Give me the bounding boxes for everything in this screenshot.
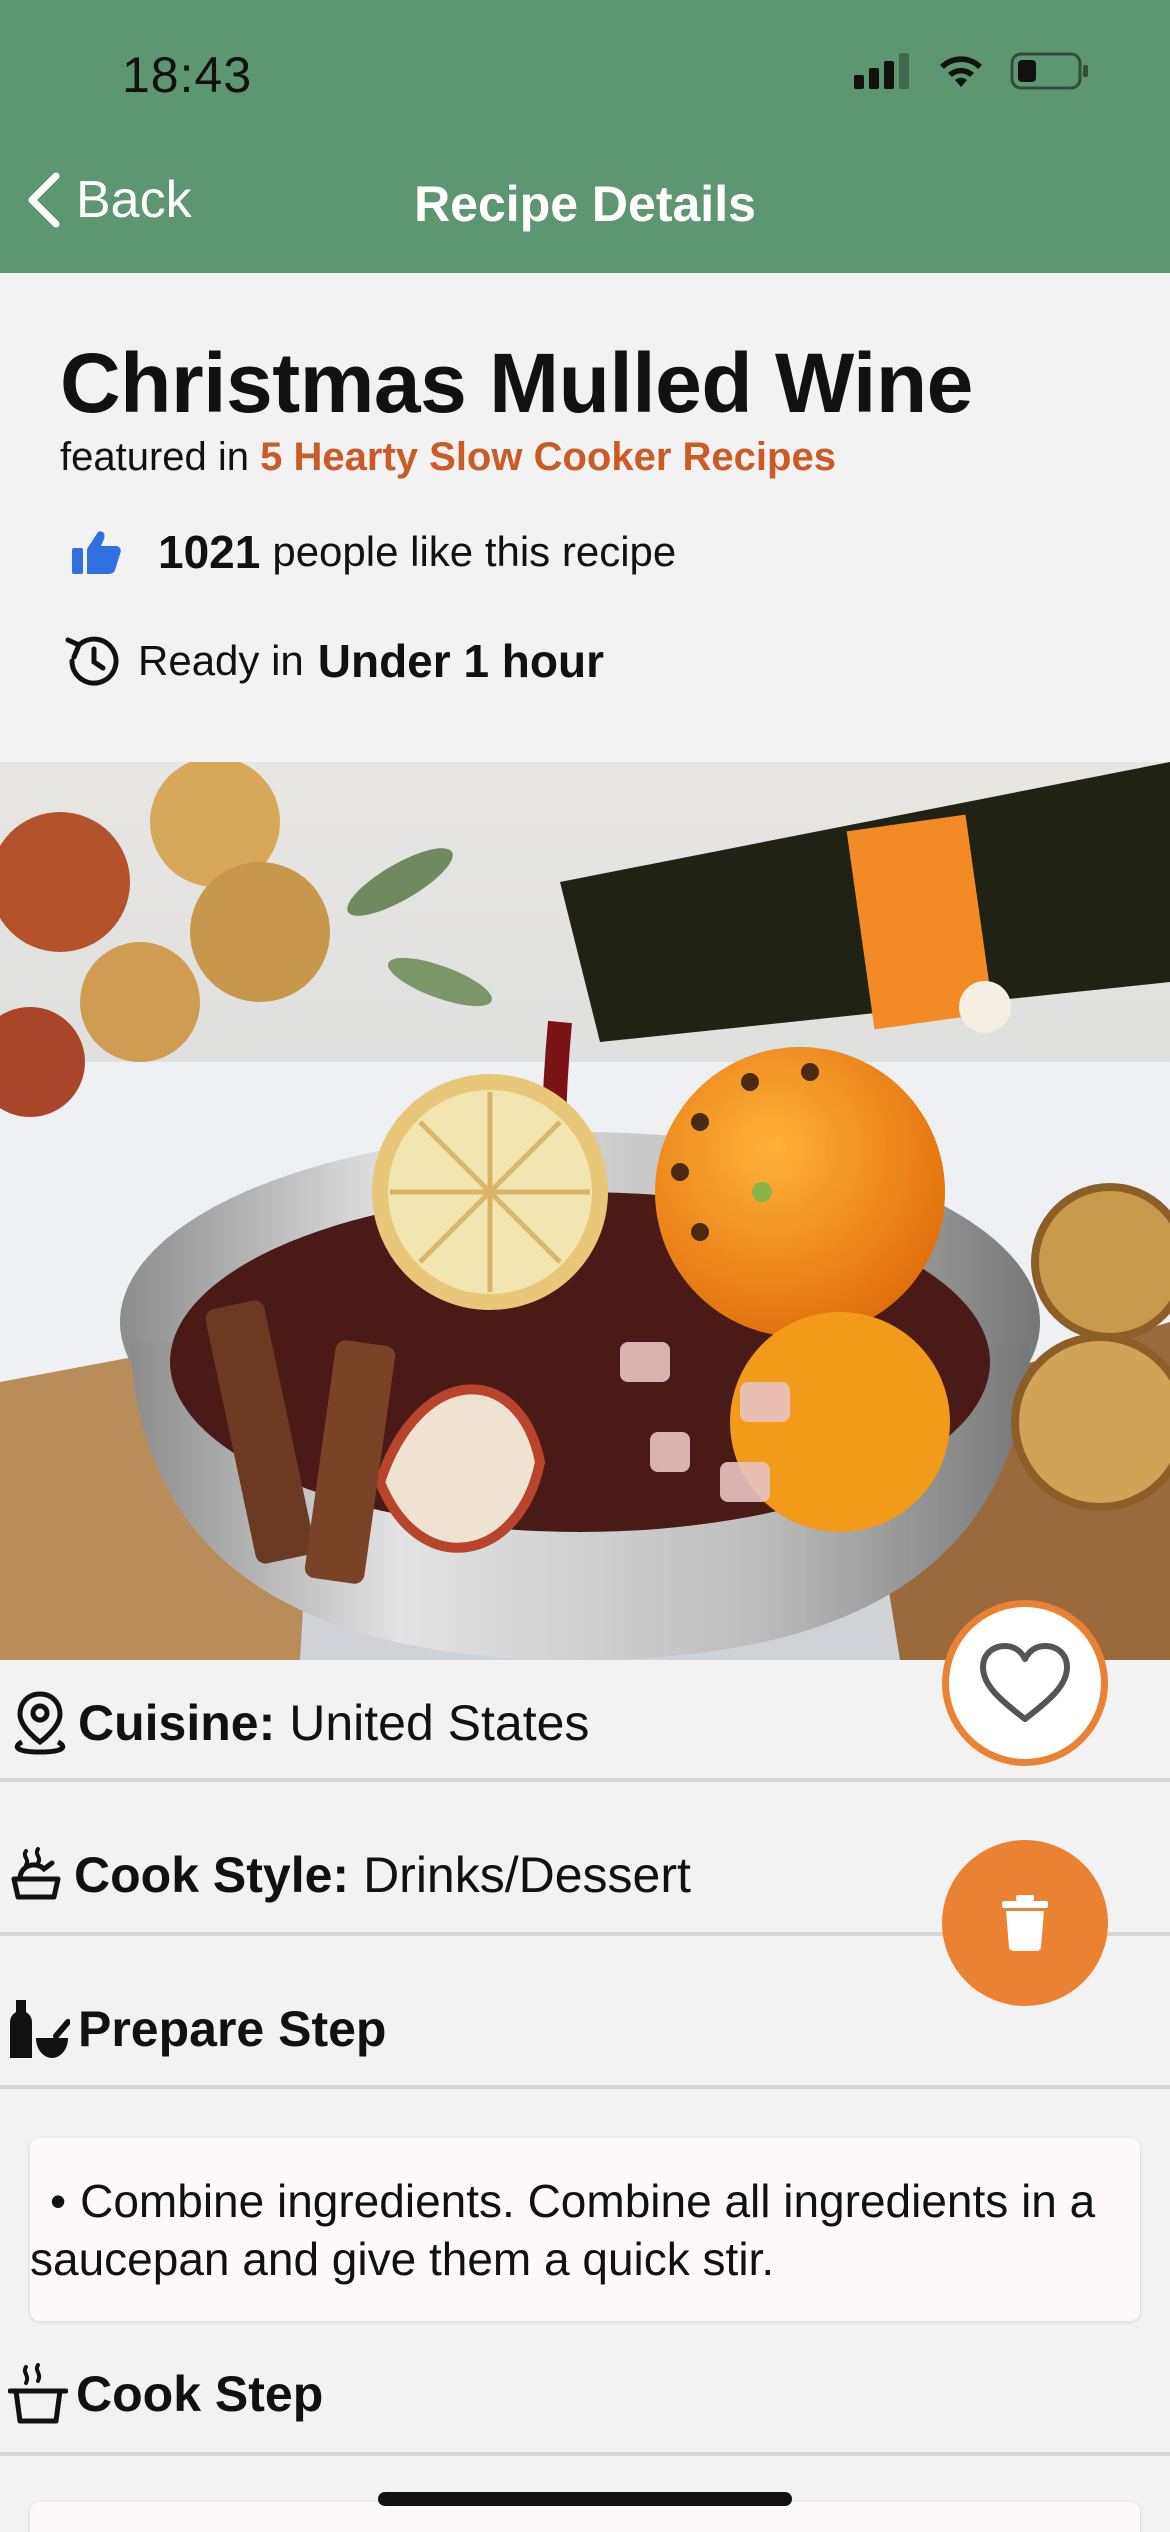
ready-value: Under 1 hour [317, 635, 605, 687]
prepare-step-header: Prepare Step [0, 1998, 1170, 2060]
delete-button[interactable] [942, 1840, 1108, 2006]
history-icon [65, 636, 119, 686]
likes-count: 1021 [158, 526, 261, 578]
app-header: 18:43 Back Recipe Details [0, 0, 1170, 273]
ready-time-row: Ready in Under 1 hour [62, 630, 604, 692]
cuisine-label: Cuisine: [78, 1695, 276, 1751]
thumbs-up-icon[interactable] [70, 528, 122, 576]
cook-style-value: Drinks/Dessert [363, 1847, 691, 1903]
featured-collection-link[interactable]: 5 Hearty Slow Cooker Recipes [260, 435, 836, 479]
favorite-button[interactable] [942, 1600, 1108, 1766]
likes-row: 1021 people like this recipe [70, 525, 676, 579]
status-time: 18:43 [122, 47, 253, 103]
wifi-icon [940, 56, 982, 87]
cuisine-value: United States [289, 1695, 590, 1751]
cook-step-header: Cook Step [0, 2363, 1170, 2425]
bottle-mortar-icon [10, 2000, 70, 2058]
cook-style-label: Cook Style: [74, 1847, 350, 1903]
divider [0, 2085, 1170, 2089]
heart-icon [980, 1643, 1070, 1722]
likes-suffix: people like this recipe [272, 528, 677, 575]
cook-step-card [30, 2502, 1140, 2532]
divider [0, 1778, 1170, 1782]
steaming-pot-icon [8, 2363, 68, 2424]
prepare-step-card: • Combine ingredients. Combine all ingred… [30, 2138, 1140, 2321]
page-title: Recipe Details [414, 176, 756, 232]
prepare-step-text: Combine ingredients. Combine all ingredi… [30, 2175, 1096, 2285]
ready-label: Ready in [138, 637, 304, 684]
location-pin-icon [14, 1691, 66, 1755]
home-indicator [378, 2492, 792, 2506]
cooking-pot-icon [11, 1847, 61, 1900]
recipe-title: Christmas Mulled Wine [60, 336, 973, 430]
recipe-photo [0, 762, 1170, 1660]
battery-icon [1010, 52, 1088, 90]
bullet: • [50, 2175, 67, 2227]
prepare-step-title: Prepare Step [78, 2001, 387, 2057]
trash-icon [1002, 1895, 1048, 1951]
featured-line: featured in 5 Hearty Slow Cooker Recipes [60, 435, 836, 480]
status-icons [854, 52, 1090, 90]
signal-icon [854, 53, 909, 89]
cook-step-title: Cook Step [76, 2366, 324, 2422]
featured-prefix: featured in [60, 435, 250, 479]
divider [0, 2452, 1170, 2456]
